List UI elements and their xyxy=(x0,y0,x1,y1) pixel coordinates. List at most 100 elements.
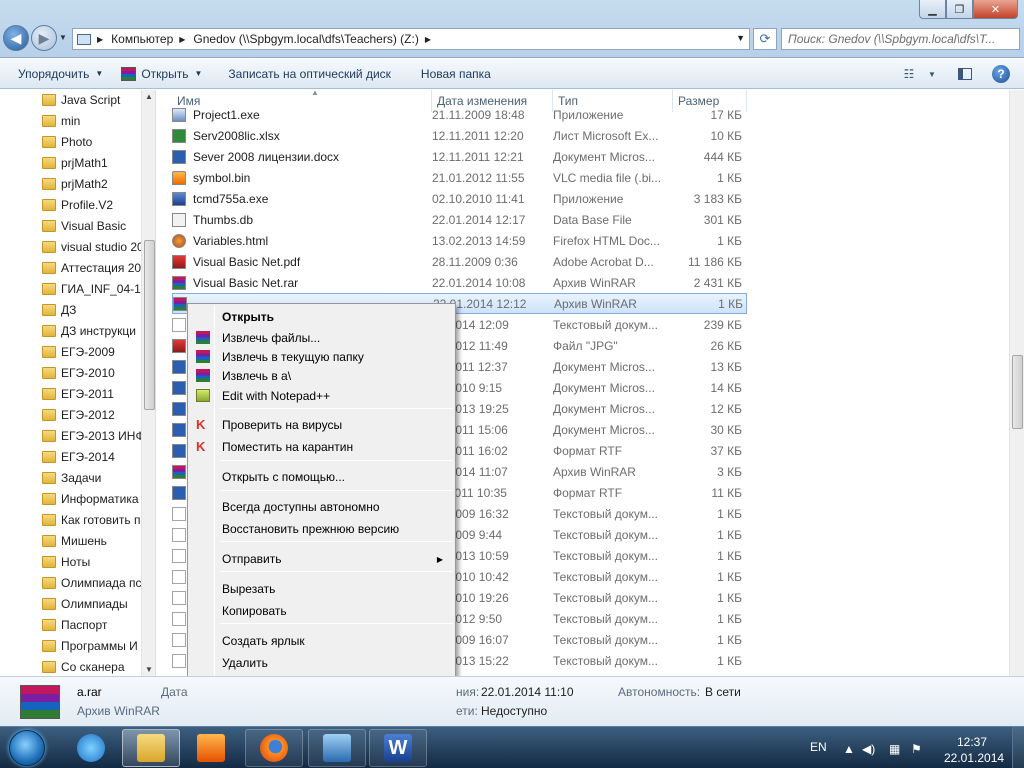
clock-time[interactable]: 12:37 xyxy=(957,735,987,749)
nav-folder-item[interactable]: ЕГЭ-2014 xyxy=(42,446,155,467)
organize-button[interactable]: Упорядочить ▼ xyxy=(18,67,103,81)
file-row[interactable]: Serv2008lic.xlsx 12.11.2011 12:20 Лист Mic… xyxy=(172,125,747,146)
nav-folder-item[interactable]: min xyxy=(42,110,155,131)
context-menu-item[interactable]: Edit with Notepad++ xyxy=(190,386,453,406)
file-row[interactable]: Thumbs.db 22.01.2014 12:17 Data Base File 3… xyxy=(172,209,747,230)
context-menu-item[interactable]: K Поместить на карантин xyxy=(190,437,453,457)
open-button[interactable]: Открыть ▼ xyxy=(121,66,202,81)
nav-folder-item[interactable]: ДЗ xyxy=(42,299,155,320)
context-menu-item[interactable]: Всегда доступны автономно xyxy=(190,497,453,517)
nav-folder-item[interactable]: prjMath2 xyxy=(42,173,155,194)
breadcrumb-separator-icon[interactable]: ▶ xyxy=(97,35,103,44)
context-menu-item[interactable]: Создать ярлык xyxy=(190,631,453,651)
scroll-down-icon[interactable]: ▼ xyxy=(145,665,153,674)
file-row[interactable]: Variables.html 13.02.2013 14:59 Firefox HT… xyxy=(172,230,747,251)
breadcrumb-drive[interactable]: Gnedov (\\Spbgym.local\dfs\Teachers) (Z:… xyxy=(193,32,418,46)
context-menu-item[interactable]: Отправить ▶ xyxy=(190,549,453,569)
preview-pane-button[interactable] xyxy=(954,64,976,84)
nav-folder-item[interactable]: Информатика xyxy=(42,488,155,509)
taskbar-internet-explorer[interactable] xyxy=(62,729,120,767)
file-row[interactable]: symbol.bin 21.01.2012 11:55 VLC media file… xyxy=(172,167,747,188)
refresh-button[interactable]: ⟳ xyxy=(753,28,777,50)
taskbar-firefox[interactable] xyxy=(245,729,303,767)
scrollbar-thumb[interactable] xyxy=(1012,355,1023,429)
taskbar-word[interactable]: W xyxy=(369,729,427,767)
nav-folder-item[interactable]: Аттестация 201 xyxy=(42,257,155,278)
nav-folder-item[interactable]: Visual Basic xyxy=(42,215,155,236)
view-options-button[interactable]: ☷ xyxy=(898,64,920,84)
nav-folder-item[interactable]: ДЗ инструкци xyxy=(42,320,155,341)
rar-icon xyxy=(173,296,187,311)
folder-icon xyxy=(42,261,56,274)
context-menu-item[interactable]: Извлечь в текущую папку xyxy=(190,347,453,367)
forward-button[interactable]: ▶ xyxy=(31,25,57,51)
breadcrumb-computer[interactable]: Компьютер xyxy=(111,32,173,46)
nav-folder-item[interactable]: Profile.V2 xyxy=(42,194,155,215)
clock-date[interactable]: 22.01.2014 xyxy=(944,751,1004,765)
burn-button[interactable]: Записать на оптический диск xyxy=(228,67,391,81)
nav-folder-item[interactable]: Java Script xyxy=(42,90,155,110)
file-row[interactable]: tcmd755a.exe 02.10.2010 11:41 Приложение 3 … xyxy=(172,188,747,209)
taskbar-remote-desktop[interactable] xyxy=(308,729,366,767)
nav-folder-item[interactable]: ЕГЭ-2009 xyxy=(42,341,155,362)
recent-pages-dropdown-icon[interactable]: ▼ xyxy=(59,33,67,42)
nav-folder-item[interactable]: Паспорт xyxy=(42,614,155,635)
nav-folder-item[interactable]: Ноты xyxy=(42,551,155,572)
nav-folder-item[interactable]: Как готовить п xyxy=(42,509,155,530)
context-menu-item[interactable]: Извлечь файлы... xyxy=(190,328,453,348)
context-menu-item[interactable]: Открыть xyxy=(190,307,453,327)
search-input[interactable]: Поиск: Gnedov (\\Spbgym.local\dfs\T... xyxy=(781,28,1020,50)
view-dropdown-icon[interactable]: ▼ xyxy=(921,64,943,84)
nav-folder-item[interactable]: Задачи xyxy=(42,467,155,488)
breadcrumb-separator-icon[interactable]: ▶ xyxy=(179,35,185,44)
nav-folder-item[interactable]: prjMath1 xyxy=(42,152,155,173)
taskbar-media-player[interactable] xyxy=(182,729,240,767)
scroll-up-icon[interactable]: ▲ xyxy=(145,92,153,101)
nav-folder-item[interactable]: Мишень xyxy=(42,530,155,551)
context-menu-item[interactable]: Извлечь в a\ xyxy=(190,366,453,386)
file-row[interactable]: Visual Basic Net.rar 22.01.2014 10:08 Архи… xyxy=(172,272,747,293)
nav-folder-item[interactable]: Олимпиады xyxy=(42,593,155,614)
file-size: 10 КБ xyxy=(710,128,742,143)
scrollbar-thumb[interactable] xyxy=(144,240,155,410)
show-hidden-icons[interactable]: ▲ xyxy=(843,742,855,756)
nav-folder-item[interactable]: ЕГЭ-2011 xyxy=(42,383,155,404)
context-menu-item[interactable]: Открыть с помощью... xyxy=(190,467,453,487)
file-list-scrollbar[interactable] xyxy=(1009,90,1024,676)
context-menu-item[interactable]: Копировать xyxy=(190,601,453,621)
file-row[interactable]: Project1.exe 21.11.2009 18:48 Приложение 17… xyxy=(172,104,747,125)
address-dropdown-icon[interactable]: ▼ xyxy=(736,33,745,43)
show-desktop-button[interactable] xyxy=(1012,727,1024,768)
breadcrumb-separator-icon[interactable]: ▶ xyxy=(425,35,431,44)
nav-folder-item[interactable]: ЕГЭ-2013 ИНФ xyxy=(42,425,155,446)
file-row[interactable]: Sever 2008 лицензии.docx 12.11.2011 12:21… xyxy=(172,146,747,167)
maximize-button[interactable]: ❐ xyxy=(946,0,973,19)
nav-folder-item[interactable]: ГИА_INF_04-12 xyxy=(42,278,155,299)
context-menu-item[interactable]: Вырезать xyxy=(190,579,453,599)
start-button[interactable] xyxy=(2,728,52,768)
close-button[interactable]: ✕ xyxy=(973,0,1018,19)
language-indicator[interactable]: EN xyxy=(810,740,827,754)
nav-folder-item[interactable]: ЕГЭ-2010 xyxy=(42,362,155,383)
address-bar[interactable]: ▶ Компьютер ▶ Gnedov (\\Spbgym.local\dfs… xyxy=(72,28,750,50)
taskbar-explorer[interactable] xyxy=(122,729,180,767)
nav-folder-item[interactable]: Photo xyxy=(42,131,155,152)
back-button[interactable]: ◀ xyxy=(3,25,29,51)
file-type: Формат RTF xyxy=(553,443,623,458)
context-menu-item[interactable]: Восстановить прежнюю версию xyxy=(190,519,453,539)
new-folder-button[interactable]: Новая папка xyxy=(421,67,491,81)
nav-folder-item[interactable]: visual studio 20 xyxy=(42,236,155,257)
nav-folder-item[interactable]: Олимпиада пс xyxy=(42,572,155,593)
nav-folder-item[interactable]: Программы И xyxy=(42,635,155,656)
navigation-scrollbar[interactable]: ▲ ▼ xyxy=(141,90,155,676)
volume-icon[interactable]: ◀) xyxy=(862,742,875,756)
action-center-flag-icon[interactable]: ⚑ xyxy=(911,742,922,756)
context-menu-item[interactable]: Удалить xyxy=(190,653,453,673)
file-row[interactable]: Visual Basic Net.pdf 28.11.2009 0:36 Adobe… xyxy=(172,251,747,272)
nav-folder-item[interactable]: Со сканера xyxy=(42,656,155,676)
network-icon[interactable]: ▦ xyxy=(889,742,900,756)
minimize-button[interactable]: ▁ xyxy=(919,0,946,19)
context-menu-item[interactable]: K Проверить на вирусы xyxy=(190,415,453,435)
help-button[interactable]: ? xyxy=(992,65,1010,83)
nav-folder-item[interactable]: ЕГЭ-2012 xyxy=(42,404,155,425)
